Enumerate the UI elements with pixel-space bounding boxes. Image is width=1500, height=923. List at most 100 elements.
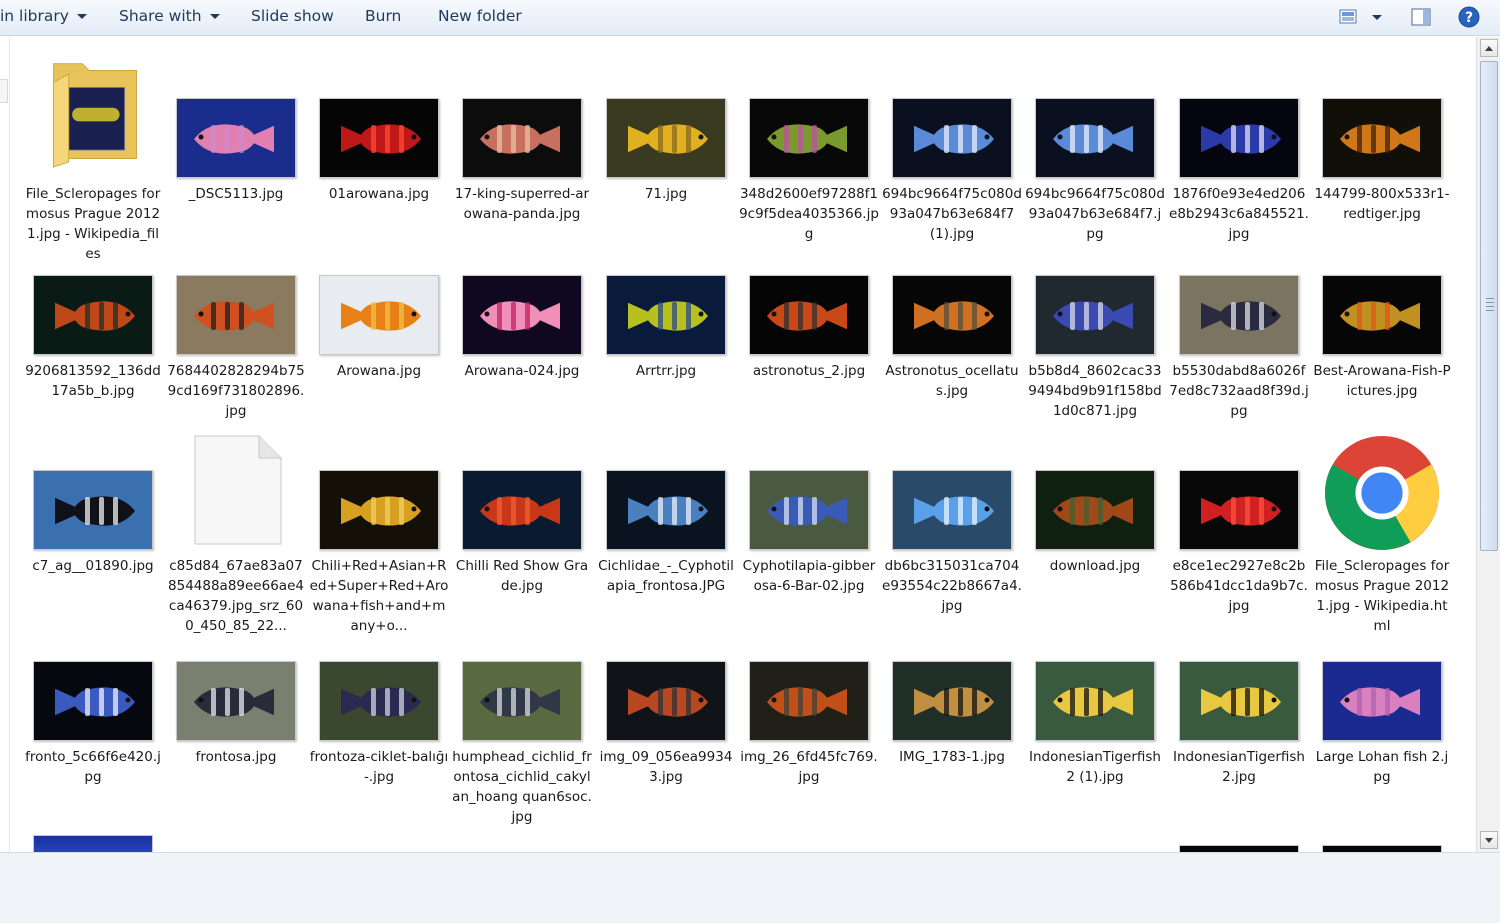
- thumbnail: [606, 661, 726, 741]
- thumbnail: [1322, 275, 1442, 355]
- file-name-label: b5530dabd8a6026f7ed8c732aad8f39d.jpg: [1169, 363, 1309, 419]
- file-list-view[interactable]: File_Scleropages formosus Prague 2012 1.…: [10, 37, 1476, 852]
- thumbnail: [892, 98, 1012, 178]
- view-options-arrow-icon[interactable]: [1366, 6, 1388, 28]
- file-name-label: db6bc315031ca704e93554c22b8667a4.jpg: [882, 558, 1022, 614]
- file-name-label: c85d84_67ae83a07854488a89ee66ae4ca46379.…: [168, 558, 304, 634]
- vertical-scrollbar[interactable]: [1476, 37, 1500, 852]
- thumbnail-image: [893, 662, 1011, 740]
- blank-document-icon: [194, 435, 282, 545]
- thumbnail: [319, 661, 439, 741]
- change-view-icon[interactable]: [1338, 6, 1360, 28]
- share-with-label: Share with: [119, 7, 202, 25]
- thumbnail: [606, 275, 726, 355]
- thumbnail-image: [1180, 662, 1298, 740]
- file-name-label: 348d2600ef97288f19c9f5dea4035366.jpg: [739, 186, 879, 242]
- file-name-label: IMG_1783-1.jpg: [899, 749, 1005, 765]
- command-bar: in library Share with Slide show Burn Ne…: [0, 0, 1500, 36]
- thumbnail: [176, 661, 296, 741]
- thumbnail: [1322, 661, 1442, 741]
- thumbnail: [1179, 275, 1299, 355]
- thumbnail-image: [463, 662, 581, 740]
- burn-button[interactable]: Burn: [365, 6, 401, 28]
- navigation-pane-edge[interactable]: [0, 37, 10, 852]
- thumbnail: [1035, 470, 1155, 550]
- file-name-label: IndonesianTigerfish2.jpg: [1173, 749, 1305, 785]
- thumbnail: [462, 98, 582, 178]
- thumbnail-image: [750, 662, 868, 740]
- partial-thumbnail[interactable]: [1322, 845, 1442, 852]
- thumbnail: [749, 661, 869, 741]
- thumbnail: [892, 661, 1012, 741]
- file-name-label: 9206813592_136dd17a5b_b.jpg: [25, 363, 161, 399]
- thumbnail: [749, 470, 869, 550]
- thumbnail-image: [750, 99, 868, 177]
- thumbnail: [1179, 98, 1299, 178]
- partial-thumbnail[interactable]: [33, 835, 153, 852]
- thumbnail-image: [463, 471, 581, 549]
- thumbnail-image: [320, 99, 438, 177]
- file-name-label: Best-Arowana-Fish-Pictures.jpg: [1313, 363, 1451, 399]
- thumbnail: [1035, 275, 1155, 355]
- thumbnail: [462, 661, 582, 741]
- scrollbar-thumb[interactable]: [1480, 61, 1498, 551]
- include-in-library-button[interactable]: in library: [0, 6, 87, 28]
- file-name-label: img_09_056ea99343.jpg: [599, 749, 733, 785]
- thumbnail-image: [1036, 99, 1154, 177]
- file-name-label: 694bc9664f75c080d93a047b63e684f7.jpg: [1025, 186, 1165, 242]
- scroll-down-button[interactable]: [1480, 831, 1498, 849]
- preview-pane-icon[interactable]: [1410, 6, 1432, 28]
- thumbnail: [606, 98, 726, 178]
- thumbnail: [176, 98, 296, 178]
- chevron-down-icon: [76, 14, 87, 19]
- thumbnail-image: [34, 662, 152, 740]
- file-name-label: Astronotus_ocellatus.jpg: [885, 363, 1019, 399]
- file-name-label: e8ce1ec2927e8c2b586b41dcc1da9b7c.jpg: [1170, 558, 1308, 614]
- burn-label: Burn: [365, 7, 402, 25]
- thumbnail: [892, 470, 1012, 550]
- thumbnail-image: [34, 471, 152, 549]
- thumbnail-image: [1036, 471, 1154, 549]
- svg-text:?: ?: [1465, 10, 1473, 26]
- chevron-down-icon: [209, 14, 220, 19]
- thumbnail-image: [893, 276, 1011, 354]
- thumbnail: [1179, 470, 1299, 550]
- folder-icon: [53, 63, 137, 168]
- thumbnail-image: [607, 662, 725, 740]
- file-name-label: File_Scleropages formosus Prague 2012 1.…: [25, 186, 161, 262]
- file-name-label: img_26_6fd45fc769.jpg: [740, 749, 878, 785]
- thumbnail-image: [1323, 99, 1441, 177]
- thumbnail: [176, 275, 296, 355]
- file-name-label: _DSC5113.jpg: [188, 186, 284, 202]
- thumbnail-image: [320, 471, 438, 549]
- partial-thumbnail[interactable]: [1179, 845, 1299, 852]
- slide-show-button[interactable]: Slide show: [251, 6, 334, 28]
- thumbnail-image: [463, 99, 581, 177]
- file-name-label: 694bc9664f75c080d93a047b63e684f7 (1).jpg: [882, 186, 1022, 242]
- scroll-up-button[interactable]: [1480, 39, 1498, 57]
- file-name-label: Arowana-024.jpg: [464, 363, 580, 379]
- thumbnail: [749, 275, 869, 355]
- help-icon[interactable]: ?: [1458, 6, 1480, 28]
- file-name-label: Large Lohan fish 2.jpg: [1315, 749, 1449, 785]
- thumbnail-image: [1180, 471, 1298, 549]
- thumbnail: [319, 98, 439, 178]
- thumbnail-image: [320, 276, 438, 354]
- thumbnail-image: [463, 276, 581, 354]
- share-with-button[interactable]: Share with: [119, 6, 220, 28]
- thumbnail-image: [320, 662, 438, 740]
- thumbnail-image: [893, 99, 1011, 177]
- file-name-label: c7_ag__01890.jpg: [32, 558, 154, 574]
- file-name-label: Chilli Red Show Grade.jpg: [455, 558, 589, 594]
- file-name-label: frontosa.jpg: [195, 749, 277, 765]
- thumbnail-image: [893, 471, 1011, 549]
- file-name-label: 144799-800x533r1-redtiger.jpg: [1314, 186, 1450, 222]
- file-name-label: Arrtrr.jpg: [635, 363, 697, 379]
- thumbnail-image: [1323, 276, 1441, 354]
- file-name-label: humphead_cichlid_frontosa_cichlid_cakyla…: [452, 749, 592, 825]
- thumbnail-image: [1180, 99, 1298, 177]
- thumbnail-image: [607, 99, 725, 177]
- new-folder-button[interactable]: New folder: [438, 6, 522, 28]
- thumbnail: [1322, 98, 1442, 178]
- file-name-label: download.jpg: [1049, 558, 1141, 574]
